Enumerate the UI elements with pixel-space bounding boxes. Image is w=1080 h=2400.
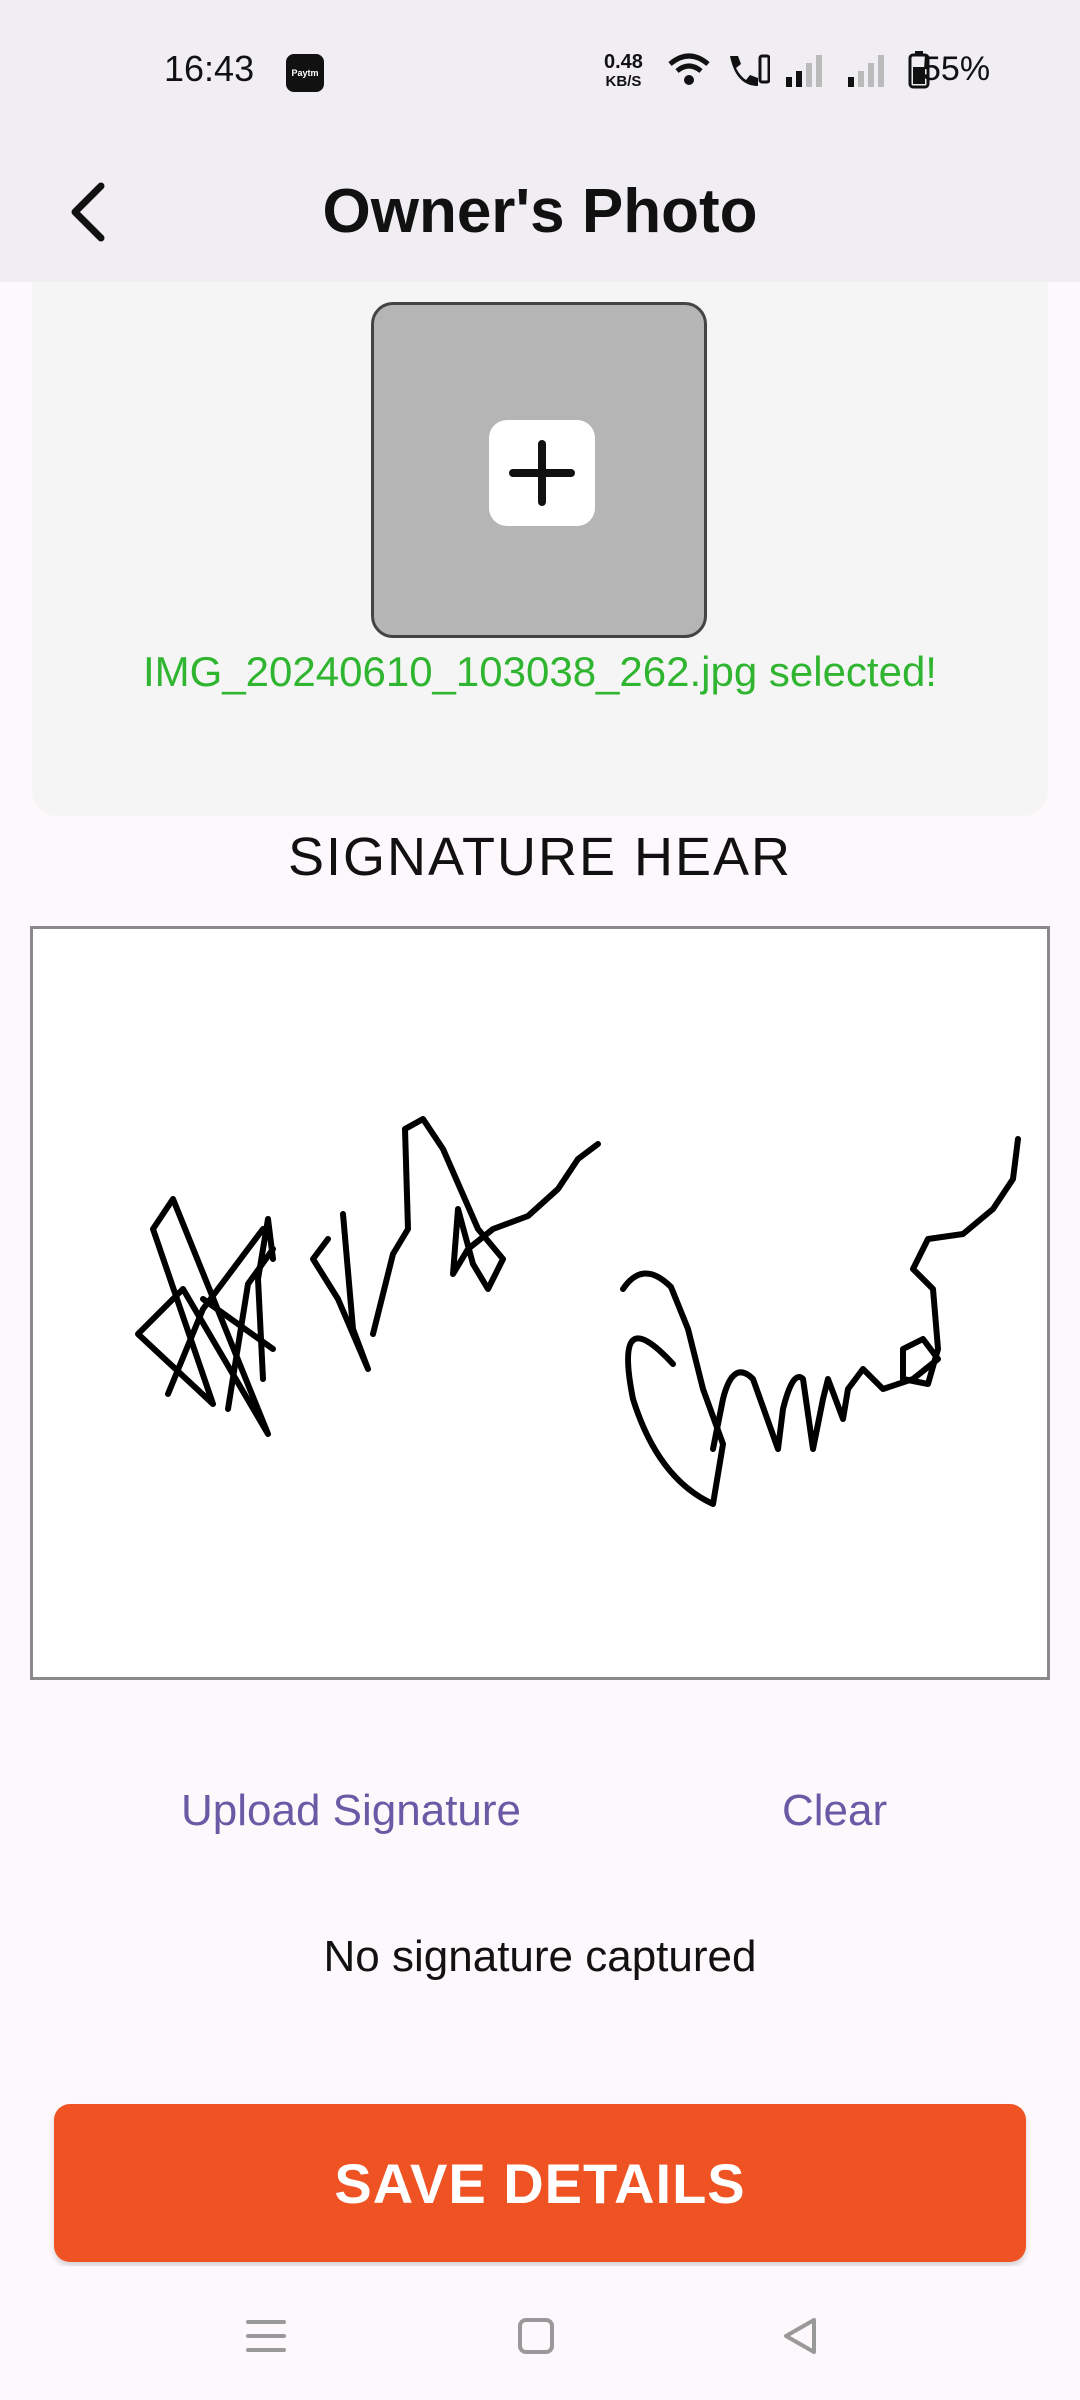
plus-icon xyxy=(509,440,575,506)
network-speed-value: 0.48 xyxy=(604,51,643,73)
status-icons xyxy=(668,50,930,90)
home-icon xyxy=(518,2318,554,2354)
signal-icon xyxy=(848,55,884,87)
signature-label: SIGNATURE HEAR xyxy=(287,827,793,887)
call-icon xyxy=(730,54,770,86)
save-details-button[interactable]: SAVE DETAILS xyxy=(54,2104,1026,2262)
network-speed: 0.48 KB/S xyxy=(604,52,643,92)
menu-icon xyxy=(246,2320,286,2352)
photo-upload-box[interactable] xyxy=(371,302,707,638)
clear-signature-button[interactable]: Clear xyxy=(782,1786,887,1836)
signature-status-text: No signature captured xyxy=(323,1932,757,1981)
app-bar: Owner's Photo xyxy=(0,140,1080,282)
add-photo-button[interactable] xyxy=(489,420,595,526)
photo-selected-text: IMG_20240610_103038_262.jpg selected! xyxy=(143,648,937,695)
system-nav-bar xyxy=(0,2266,1080,2400)
network-speed-unit: KB/S xyxy=(605,73,642,90)
back-nav-button[interactable] xyxy=(770,2306,830,2366)
upload-signature-button[interactable]: Upload Signature xyxy=(181,1786,521,1836)
page-title: Owner's Photo xyxy=(322,177,758,246)
wifi-icon xyxy=(668,53,710,85)
status-time: 16:43 xyxy=(164,48,255,89)
back-icon xyxy=(784,2318,816,2354)
signal-icon xyxy=(786,55,822,87)
paytm-app-icon: Paytm xyxy=(286,54,324,92)
paytm-badge-text: Paytm xyxy=(291,68,319,78)
signature-drawing xyxy=(135,1116,1021,1507)
status-bar: 16:43 Paytm 0.48 KB/S 55% xyxy=(0,0,1080,140)
signature-pad[interactable] xyxy=(30,926,1050,1680)
battery-percent: 55% xyxy=(922,50,991,88)
home-nav-button[interactable] xyxy=(506,2306,566,2366)
menu-nav-button[interactable] xyxy=(236,2306,296,2366)
